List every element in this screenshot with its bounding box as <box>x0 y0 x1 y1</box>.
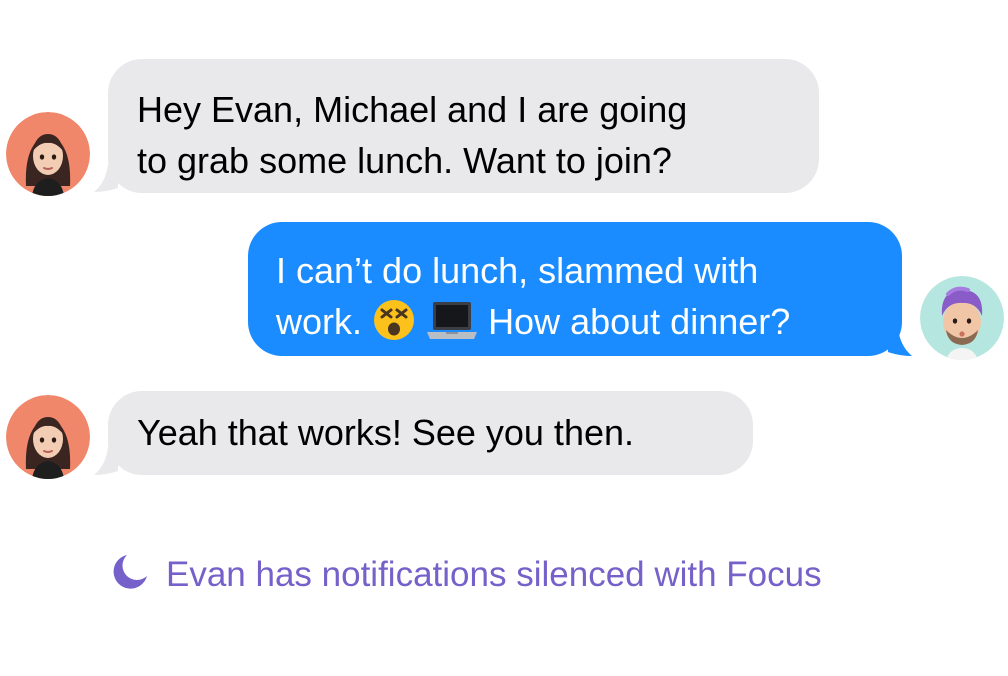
message-text-fragment: How about dinner? <box>488 301 791 342</box>
dizzy-face-emoji-icon <box>372 298 416 355</box>
message-text-line: to grab some lunch. Want to join? <box>137 140 672 181</box>
focus-status-text: Evan has notifications silenced with Foc… <box>166 555 822 594</box>
message-text-line: Yeah that works! See you then. <box>137 412 635 453</box>
outgoing-message-bubble[interactable]: I can’t do lunch, slammed with work. How… <box>248 222 902 356</box>
incoming-message-bubble[interactable]: Hey Evan, Michael and I are going to gra… <box>108 59 819 193</box>
focus-status-notice: Evan has notifications silenced with Foc… <box>112 552 822 598</box>
message-text-fragment: work. <box>276 301 363 342</box>
moon-icon <box>112 552 150 599</box>
message-thread: Hey Evan, Michael and I are going to gra… <box>0 0 1008 676</box>
message-text-line: Hey Evan, Michael and I are going <box>137 89 688 130</box>
user-avatar-male[interactable] <box>920 276 1004 360</box>
incoming-message-bubble[interactable]: Yeah that works! See you then. <box>108 391 753 475</box>
message-text-line: I can’t do lunch, slammed with <box>276 250 759 291</box>
laptop-emoji-icon <box>426 298 478 355</box>
bubble-tail <box>888 328 912 356</box>
contact-avatar-female[interactable] <box>6 112 90 196</box>
message-text-line: work. How about dinner? <box>276 296 902 355</box>
contact-avatar-female[interactable] <box>6 395 90 479</box>
